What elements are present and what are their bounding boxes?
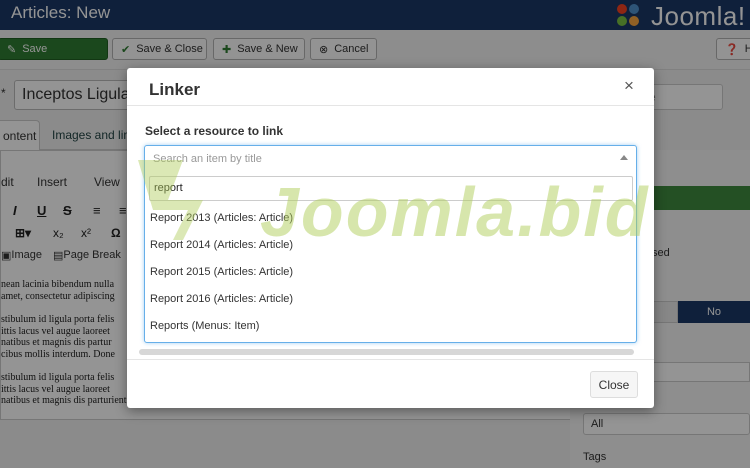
list-item[interactable]: Report 2014 (Articles: Article) <box>145 231 636 258</box>
resource-label: Select a resource to link <box>145 124 284 138</box>
horizontal-scrollbar[interactable] <box>139 349 634 355</box>
combobox-placeholder: Search an item by title <box>153 153 262 165</box>
modal-footer: Close <box>127 359 654 408</box>
linker-modal: Linker × Select a resource to link Searc… <box>127 68 654 408</box>
modal-title: Linker <box>149 80 201 99</box>
list-item[interactable]: Report 2016 (Articles: Article) <box>145 285 636 312</box>
close-icon[interactable]: × <box>622 77 636 94</box>
list-item[interactable]: Reports (Menus: Item) <box>145 312 636 339</box>
close-button[interactable]: Close <box>590 371 638 398</box>
combobox-head[interactable]: Search an item by title <box>145 146 636 174</box>
chevron-up-icon[interactable] <box>620 155 628 160</box>
resource-combobox[interactable]: Search an item by title report Report 20… <box>144 145 637 343</box>
list-item[interactable]: Report 2015 (Articles: Article) <box>145 258 636 285</box>
results-list: Report 2013 (Articles: Article) Report 2… <box>145 204 636 339</box>
list-item[interactable]: Report 2013 (Articles: Article) <box>145 204 636 231</box>
modal-header: Linker × <box>127 68 654 106</box>
search-input[interactable]: report <box>149 176 633 201</box>
